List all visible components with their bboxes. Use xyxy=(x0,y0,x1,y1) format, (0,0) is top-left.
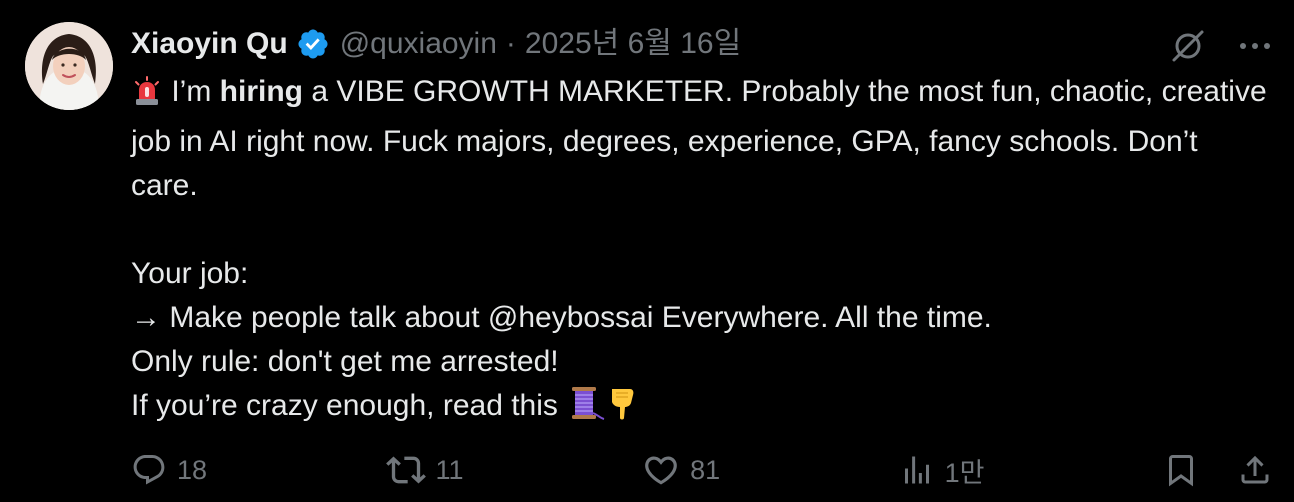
handle[interactable]: @quxiaoyin xyxy=(340,22,497,66)
bookmark-icon xyxy=(1168,455,1193,487)
reply-button[interactable]: 18 xyxy=(131,452,207,488)
verified-badge-icon xyxy=(296,27,330,61)
grok-icon[interactable] xyxy=(1168,26,1208,66)
tweet-body: I’m hiring a VIBE GROWTH MARKETER. Proba… xyxy=(131,70,1271,434)
avatar-image xyxy=(25,22,113,110)
arrow-line: → Make people talk about @heybossai Ever… xyxy=(131,301,992,334)
views-count: 1만 xyxy=(944,457,985,488)
repost-count: 11 xyxy=(435,454,464,485)
share-icon xyxy=(1241,455,1269,484)
bookmark-button[interactable] xyxy=(1163,452,1199,488)
share-button[interactable] xyxy=(1237,452,1273,488)
tweet-actions: 18 11 81 1만 xyxy=(131,448,1273,492)
secondary-actions xyxy=(1163,452,1273,488)
reply-count: 18 xyxy=(177,454,208,485)
like-button[interactable]: 81 xyxy=(642,451,720,489)
pointing-down-emoji-icon xyxy=(606,385,638,434)
more-icon[interactable] xyxy=(1238,41,1272,51)
like-icon xyxy=(645,456,677,485)
rotating-light-emoji-icon xyxy=(131,75,163,120)
rule-line: Only rule: don't get me arrested! xyxy=(131,345,559,378)
tweet-paragraph-1: I’m hiring a VIBE GROWTH MARKETER. Proba… xyxy=(131,70,1271,208)
thread-spool-emoji-icon xyxy=(566,385,606,434)
views-button[interactable]: 1만 xyxy=(899,451,985,490)
crazy-line: If you’re crazy enough, read this xyxy=(131,384,1271,434)
repost-button[interactable]: 11 xyxy=(385,450,464,490)
separator: · xyxy=(505,27,516,60)
repost-icon xyxy=(385,456,426,484)
display-name[interactable]: Xiaoyin Qu xyxy=(131,22,288,66)
tweet[interactable]: Xiaoyin Qu @quxiaoyin · 2025년 6월 16일 I’m… xyxy=(0,0,1294,502)
your-job-line: Your job: xyxy=(131,257,249,290)
views-icon xyxy=(904,456,929,484)
body-line1-pre: I’m xyxy=(163,75,220,108)
reply-icon xyxy=(133,455,165,485)
body-bold-hiring: hiring xyxy=(219,75,303,108)
avatar[interactable] xyxy=(25,22,113,110)
top-right-actions xyxy=(1168,26,1272,66)
crazy-line-text: If you’re crazy enough, read this xyxy=(131,389,567,422)
like-count: 81 xyxy=(690,454,721,485)
tweet-header: Xiaoyin Qu @quxiaoyin · 2025년 6월 16일 xyxy=(131,22,741,66)
timestamp[interactable]: 2025년 6월 16일 xyxy=(525,22,741,66)
